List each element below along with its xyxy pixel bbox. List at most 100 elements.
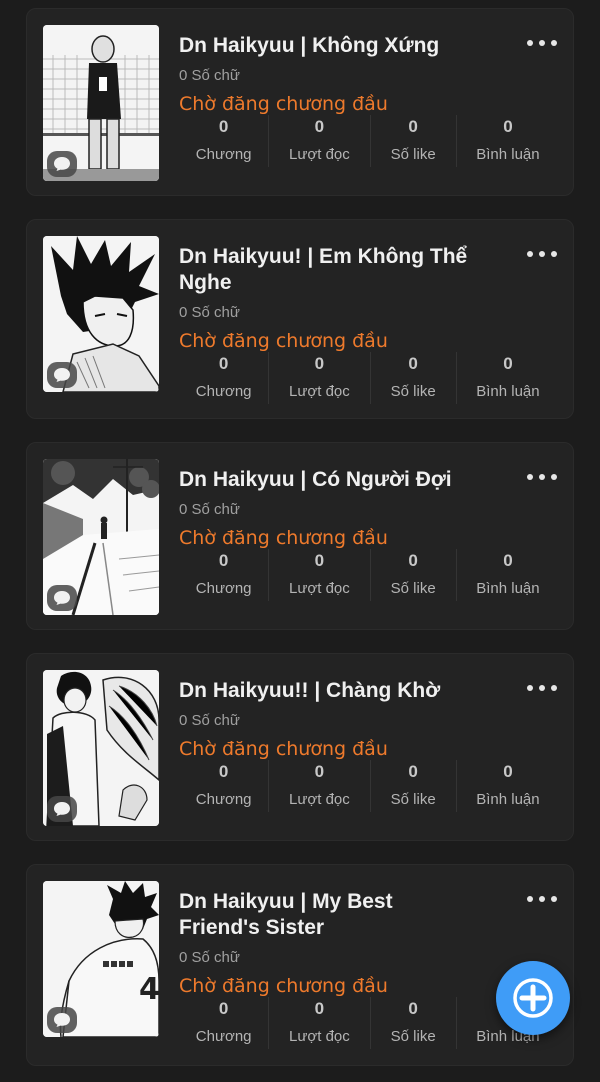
story-cover-image[interactable] [43,236,159,392]
word-count: 0 Số chữ [179,712,240,729]
story-stats: 0 Chương 0 Lượt đọc 0 Số like 0 Bình luậ… [179,115,559,167]
story-stats: 0 Chương 0 Lượt đọc 0 Số like 0 Bình luậ… [179,760,559,812]
story-cover-image[interactable] [43,670,159,826]
more-horizontal-icon[interactable] [527,889,557,909]
more-horizontal-icon[interactable] [527,467,557,487]
stat-value: 0 [408,762,418,781]
stat-value: 0 [218,999,229,1018]
stat-reads: 0 Lượt đọc [268,549,369,601]
story-card[interactable]: Dn Haikyuu | Không Xứng 0 Số chữ Chờ đăn… [26,8,574,196]
stat-label: Lượt đọc [289,580,350,597]
stat-label: Lượt đọc [289,383,350,400]
stat-label: Số like [390,1028,436,1045]
stat-value: 0 [314,117,325,136]
stat-label: Chương [195,146,252,163]
story-status: Chờ đăng chương đầu [179,527,388,549]
stat-value: 0 [503,354,513,373]
stat-value: 0 [408,999,418,1018]
stat-reads: 0 Lượt đọc [268,760,369,812]
stat-label: Chương [195,791,252,808]
story-title[interactable]: Dn Haikyuu! | Em Không Thể Nghe [179,244,479,296]
word-count: 0 Số chữ [179,67,240,84]
comment-bubble-icon [47,1007,77,1033]
story-card[interactable]: Dn Haikyuu!! | Chàng Khờ 0 Số chữ Chờ đă… [26,653,574,841]
stat-label: Chương [195,580,252,597]
stat-likes: 0 Số like [369,115,456,167]
stat-chapters: 0 Chương [179,549,268,601]
story-status: Chờ đăng chương đầu [179,738,388,760]
stat-value: 0 [408,354,418,373]
stat-label: Bình luận [476,791,540,808]
stat-comments: 0 Bình luận [455,352,559,404]
stat-comments: 0 Bình luận [455,115,559,167]
stat-chapters: 0 Chương [179,997,268,1049]
story-status: Chờ đăng chương đầu [179,975,388,997]
stat-chapters: 0 Chương [179,760,268,812]
stat-value: 0 [218,354,229,373]
stat-chapters: 0 Chương [179,352,268,404]
comment-bubble-icon [47,362,77,388]
story-cover-image[interactable] [43,459,159,615]
stat-likes: 0 Số like [369,760,456,812]
stat-comments: 0 Bình luận [455,760,559,812]
plus-icon [513,978,553,1018]
stat-value: 0 [314,551,325,570]
stat-value: 0 [218,117,229,136]
stat-reads: 0 Lượt đọc [268,352,369,404]
stat-value: 0 [408,117,418,136]
more-horizontal-icon[interactable] [527,244,557,264]
stat-label: Số like [390,580,436,597]
comment-bubble-icon [47,585,77,611]
stat-likes: 0 Số like [369,997,456,1049]
story-title[interactable]: Dn Haikyuu | Có Người Đợi [179,467,479,493]
stat-value: 0 [314,999,325,1018]
story-title[interactable]: Dn Haikyuu | Không Xứng [179,33,479,59]
stat-chapters: 0 Chương [179,115,268,167]
stat-label: Bình luận [476,383,540,400]
stat-reads: 0 Lượt đọc [268,115,369,167]
story-status: Chờ đăng chương đầu [179,330,388,352]
story-list: Dn Haikyuu | Không Xứng 0 Số chữ Chờ đăn… [0,0,600,1082]
story-cover-image[interactable] [43,25,159,181]
stat-label: Lượt đọc [289,791,350,808]
stat-label: Lượt đọc [289,1028,350,1045]
stat-likes: 0 Số like [369,352,456,404]
stat-value: 0 [314,354,325,373]
stat-value: 0 [314,762,325,781]
stat-label: Chương [195,383,252,400]
stat-label: Lượt đọc [289,146,350,163]
stat-value: 0 [503,551,513,570]
add-story-button[interactable] [496,961,570,1035]
story-cover-image[interactable]: 4 [43,881,159,1037]
stat-label: Số like [390,383,436,400]
word-count: 0 Số chữ [179,501,240,518]
story-status: Chờ đăng chương đầu [179,93,388,115]
stat-label: Chương [195,1028,252,1045]
word-count: 0 Số chữ [179,304,240,321]
story-stats: 0 Chương 0 Lượt đọc 0 Số like 0 Bình luậ… [179,352,559,404]
svg-text:4: 4 [139,972,159,1007]
stat-value: 0 [218,551,229,570]
more-horizontal-icon[interactable] [527,33,557,53]
stat-value: 0 [503,762,513,781]
stat-value: 0 [218,762,229,781]
story-card[interactable]: Dn Haikyuu! | Em Không Thể Nghe 0 Số chữ… [26,219,574,419]
story-card[interactable]: Dn Haikyuu | Có Người Đợi 0 Số chữ Chờ đ… [26,442,574,630]
story-stats: 0 Chương 0 Lượt đọc 0 Số like 0 Bình luậ… [179,549,559,601]
comment-bubble-icon [47,796,77,822]
more-horizontal-icon[interactable] [527,678,557,698]
stat-label: Số like [390,791,436,808]
stat-label: Số like [390,146,436,163]
stat-likes: 0 Số like [369,549,456,601]
story-card[interactable]: 4 Dn Haikyuu | My Best Friend's Sister 0… [26,864,574,1066]
word-count: 0 Số chữ [179,949,240,966]
stat-label: Bình luận [476,146,540,163]
stat-value: 0 [408,551,418,570]
stat-value: 0 [503,117,513,136]
stat-label: Bình luận [476,580,540,597]
stat-reads: 0 Lượt đọc [268,997,369,1049]
story-title[interactable]: Dn Haikyuu!! | Chàng Khờ [179,678,479,704]
story-title[interactable]: Dn Haikyuu | My Best Friend's Sister [179,889,479,941]
stat-comments: 0 Bình luận [455,549,559,601]
comment-bubble-icon [47,151,77,177]
